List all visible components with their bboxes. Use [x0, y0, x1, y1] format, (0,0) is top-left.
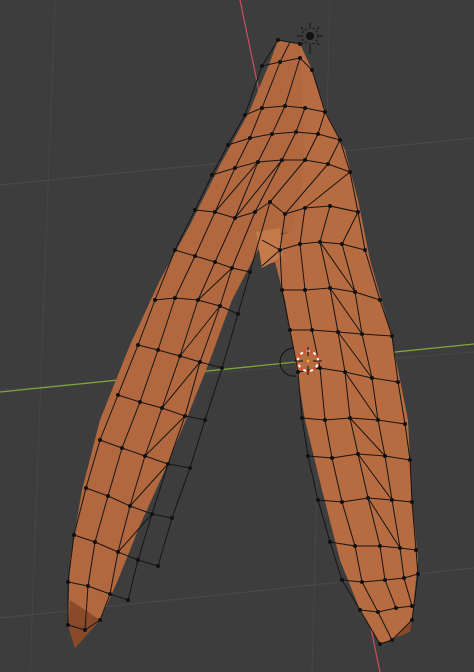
3d-viewport[interactable] [0, 0, 474, 672]
viewport-canvas[interactable] [0, 0, 474, 672]
x-axis-line [0, 343, 474, 393]
mesh-object[interactable] [66, 38, 420, 648]
